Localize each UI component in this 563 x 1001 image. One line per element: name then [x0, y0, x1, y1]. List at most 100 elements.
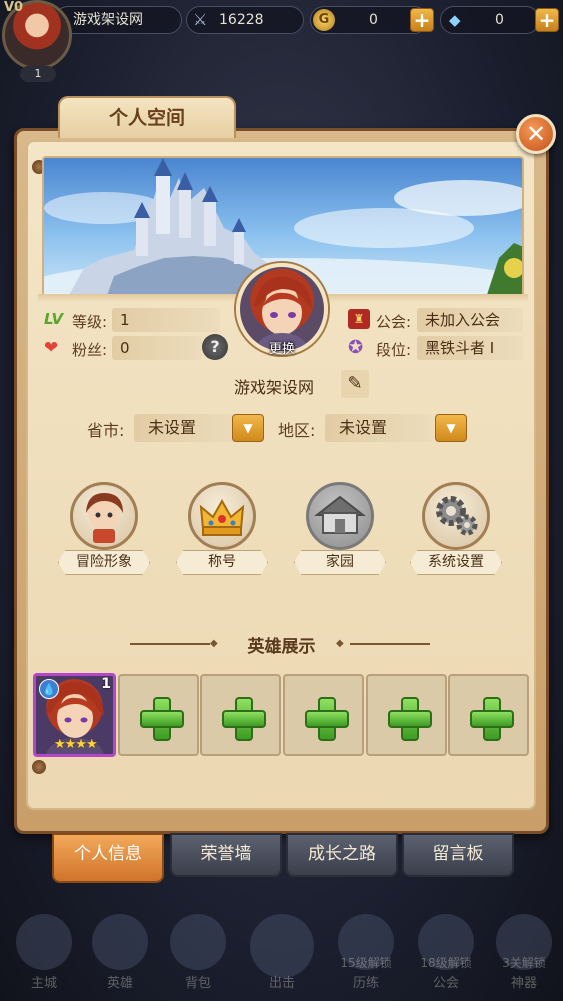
gold-coin-icon: G	[313, 9, 335, 31]
level-label: 等级:	[72, 313, 108, 331]
nav-battle: 出击	[242, 900, 322, 1000]
divider-right	[350, 643, 430, 645]
nav-unlock-text: 15级解锁	[340, 956, 392, 970]
rank-label: 段位:	[376, 341, 412, 359]
house-icon	[306, 482, 374, 550]
nav-label: 主城	[30, 976, 57, 991]
crown-icon	[188, 482, 256, 550]
gears-icon	[422, 482, 490, 550]
heart-icon: ❤	[44, 338, 59, 358]
hero-display-title: 英雄展示	[247, 637, 316, 657]
chevron-down-icon: ▼	[243, 421, 253, 435]
diamond-icon: ◆	[449, 11, 461, 29]
nav-label: 英雄	[106, 976, 133, 991]
crossed-swords-icon: ⚔	[193, 10, 208, 29]
hero-slot-filled[interactable]: 💧 1 ★★★★	[33, 673, 116, 757]
house-graphic-icon	[314, 495, 366, 534]
tab-message-board[interactable]: 留言板	[402, 833, 514, 877]
vip-badge: V0	[4, 0, 24, 15]
power-value: 16228	[219, 12, 264, 28]
crown-graphic-icon	[199, 498, 245, 536]
nav-label: 历练	[352, 976, 379, 991]
region-label: 地区:	[278, 421, 316, 440]
add-hero-icon	[305, 697, 349, 741]
top-resource-bar: 游戏架设网 ⚔ 16228 0 G + ◆ 0 +	[0, 0, 563, 40]
province-select[interactable]: 未设置	[134, 414, 242, 442]
guild-shield-icon: ♜	[348, 309, 370, 329]
fans-value: 0	[112, 336, 202, 360]
hero-stars: ★★★★	[54, 737, 98, 752]
add-hero-icon	[470, 697, 514, 741]
change-avatar-button[interactable]: 更换	[252, 338, 312, 357]
chibi-hero-icon	[86, 493, 123, 543]
add-hero-icon	[140, 697, 184, 741]
nav-bag: 背包	[158, 900, 238, 1000]
tab-honor-wall[interactable]: 荣誉墙	[170, 833, 282, 877]
menu-system-settings[interactable]: 系统设置	[406, 480, 506, 580]
chevron-down-icon: ▼	[446, 421, 456, 435]
power-pill: ⚔ 16228	[186, 6, 304, 34]
gold-value: 0	[369, 12, 378, 28]
close-button[interactable]: ✕	[516, 114, 556, 154]
help-button[interactable]: ?	[202, 334, 228, 360]
menu-label: 家园	[294, 550, 386, 575]
menu-adventurer-image[interactable]: 冒险形象	[54, 480, 154, 580]
menu-label: 冒险形象	[58, 550, 150, 575]
menu-label: 系统设置	[410, 550, 502, 575]
guild-value: 未加入公会	[417, 308, 523, 332]
hero-slot-empty[interactable]	[448, 674, 529, 756]
scroll-knob-icon	[32, 760, 46, 774]
add-diamond-button[interactable]: +	[535, 8, 559, 32]
nav-label: 背包	[184, 976, 211, 991]
helmet-icon	[92, 914, 148, 970]
add-hero-icon	[388, 697, 432, 741]
water-element-icon: 💧	[39, 679, 59, 699]
province-label: 省市:	[87, 421, 125, 440]
region-select[interactable]: 未设置	[325, 414, 433, 442]
adventurer-icon	[70, 482, 138, 550]
rank-emblem-icon: ✪	[348, 337, 364, 358]
nav-label: 神器	[510, 976, 537, 991]
nav-heroes: 英雄	[80, 900, 160, 1000]
nav-artifact: 3关解锁神器	[484, 900, 563, 1000]
level-value: 1	[112, 308, 220, 332]
nav-label: 出击	[268, 976, 295, 991]
castle-icon	[16, 914, 72, 970]
nav-training: 15级解锁历练	[326, 900, 406, 1000]
nav-guild: 18级解锁公会	[406, 900, 486, 1000]
diamond-ornament-icon: ◆	[336, 638, 344, 649]
edit-name-button[interactable]: ✎	[341, 370, 369, 398]
player-name: 游戏架设网	[234, 378, 315, 397]
diamond-pill: ◆ 0	[440, 6, 540, 34]
hero-slot-empty[interactable]	[366, 674, 447, 756]
province-dropdown-button[interactable]: ▼	[232, 414, 264, 442]
menu-label: 称号	[176, 550, 268, 575]
tab-personal-info[interactable]: 个人信息	[52, 833, 164, 883]
pencil-icon: ✎	[347, 373, 363, 394]
add-hero-icon	[222, 697, 266, 741]
hero-level: 1	[101, 676, 111, 692]
menu-title[interactable]: 称号	[172, 480, 272, 580]
swords-icon	[250, 914, 314, 978]
diamond-value: 0	[495, 12, 504, 28]
bag-icon	[170, 914, 226, 970]
nav-unlock-text: 3关解锁	[502, 956, 546, 970]
guild-label: 公会:	[376, 313, 412, 331]
nav-label: 公会	[432, 976, 459, 991]
hero-slot-empty[interactable]	[283, 674, 364, 756]
nav-unlock-text: 18级解锁	[420, 956, 472, 970]
add-gold-button[interactable]: +	[410, 8, 434, 32]
main-nav-bar: 主城 英雄 背包 出击 15级解锁历练 18级解锁公会 3关解锁神器	[0, 900, 563, 1001]
player-name-pill: 游戏架设网	[54, 6, 182, 34]
top-player-name: 游戏架设网	[73, 12, 143, 28]
hero-slot-empty[interactable]	[118, 674, 199, 756]
region-dropdown-button[interactable]: ▼	[435, 414, 467, 442]
hero-slot-empty[interactable]	[200, 674, 281, 756]
panel-title: 个人空间	[58, 96, 236, 138]
level-icon: LV	[44, 310, 64, 328]
player-level-badge: 1	[20, 66, 56, 82]
nav-main-city: 主城	[4, 900, 84, 1000]
tab-growth-path[interactable]: 成长之路	[286, 833, 398, 877]
fans-label: 粉丝:	[72, 341, 108, 359]
menu-home[interactable]: 家园	[290, 480, 390, 580]
